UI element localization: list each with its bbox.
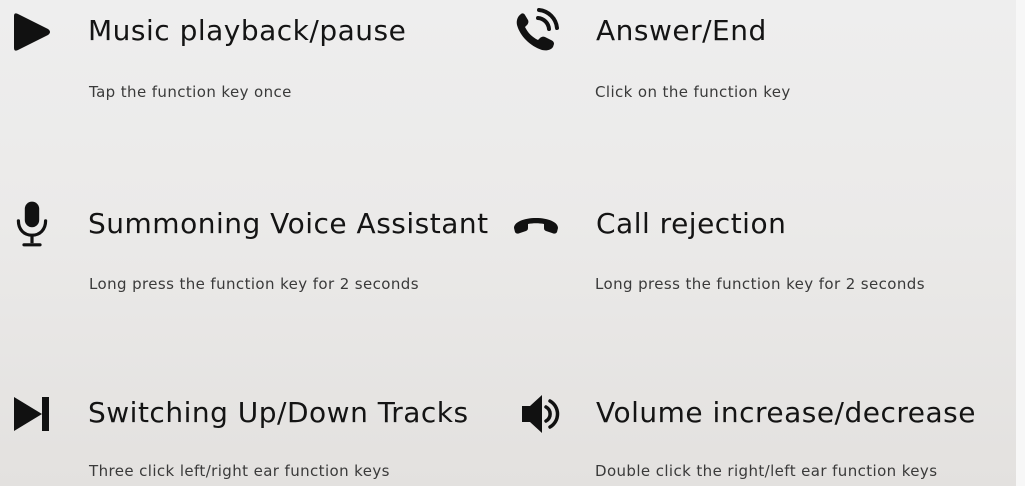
feature-title: Call rejection (596, 207, 787, 240)
feature-title: Music playback/pause (88, 14, 407, 47)
feature-title: Answer/End (596, 14, 767, 47)
feature-description: Double click the right/left ear function… (595, 462, 938, 480)
feature-description: Tap the function key once (89, 83, 292, 101)
speaker-volume-icon (512, 390, 560, 438)
feature-description: Click on the function key (595, 83, 791, 101)
microphone-icon (8, 200, 56, 248)
skip-track-icon (8, 390, 56, 438)
feature-title: Switching Up/Down Tracks (88, 396, 469, 429)
feature-description: Long press the function key for 2 second… (89, 275, 419, 293)
hang-up-icon (512, 200, 560, 248)
feature-title: Volume increase/decrease (596, 396, 976, 429)
feature-description: Three click left/right ear function keys (89, 462, 390, 480)
right-edge-strip (1016, 0, 1025, 486)
feature-description: Long press the function key for 2 second… (595, 275, 925, 293)
play-icon (8, 8, 56, 56)
feature-title: Summoning Voice Assistant (88, 207, 489, 240)
phone-ringing-icon (512, 8, 560, 56)
